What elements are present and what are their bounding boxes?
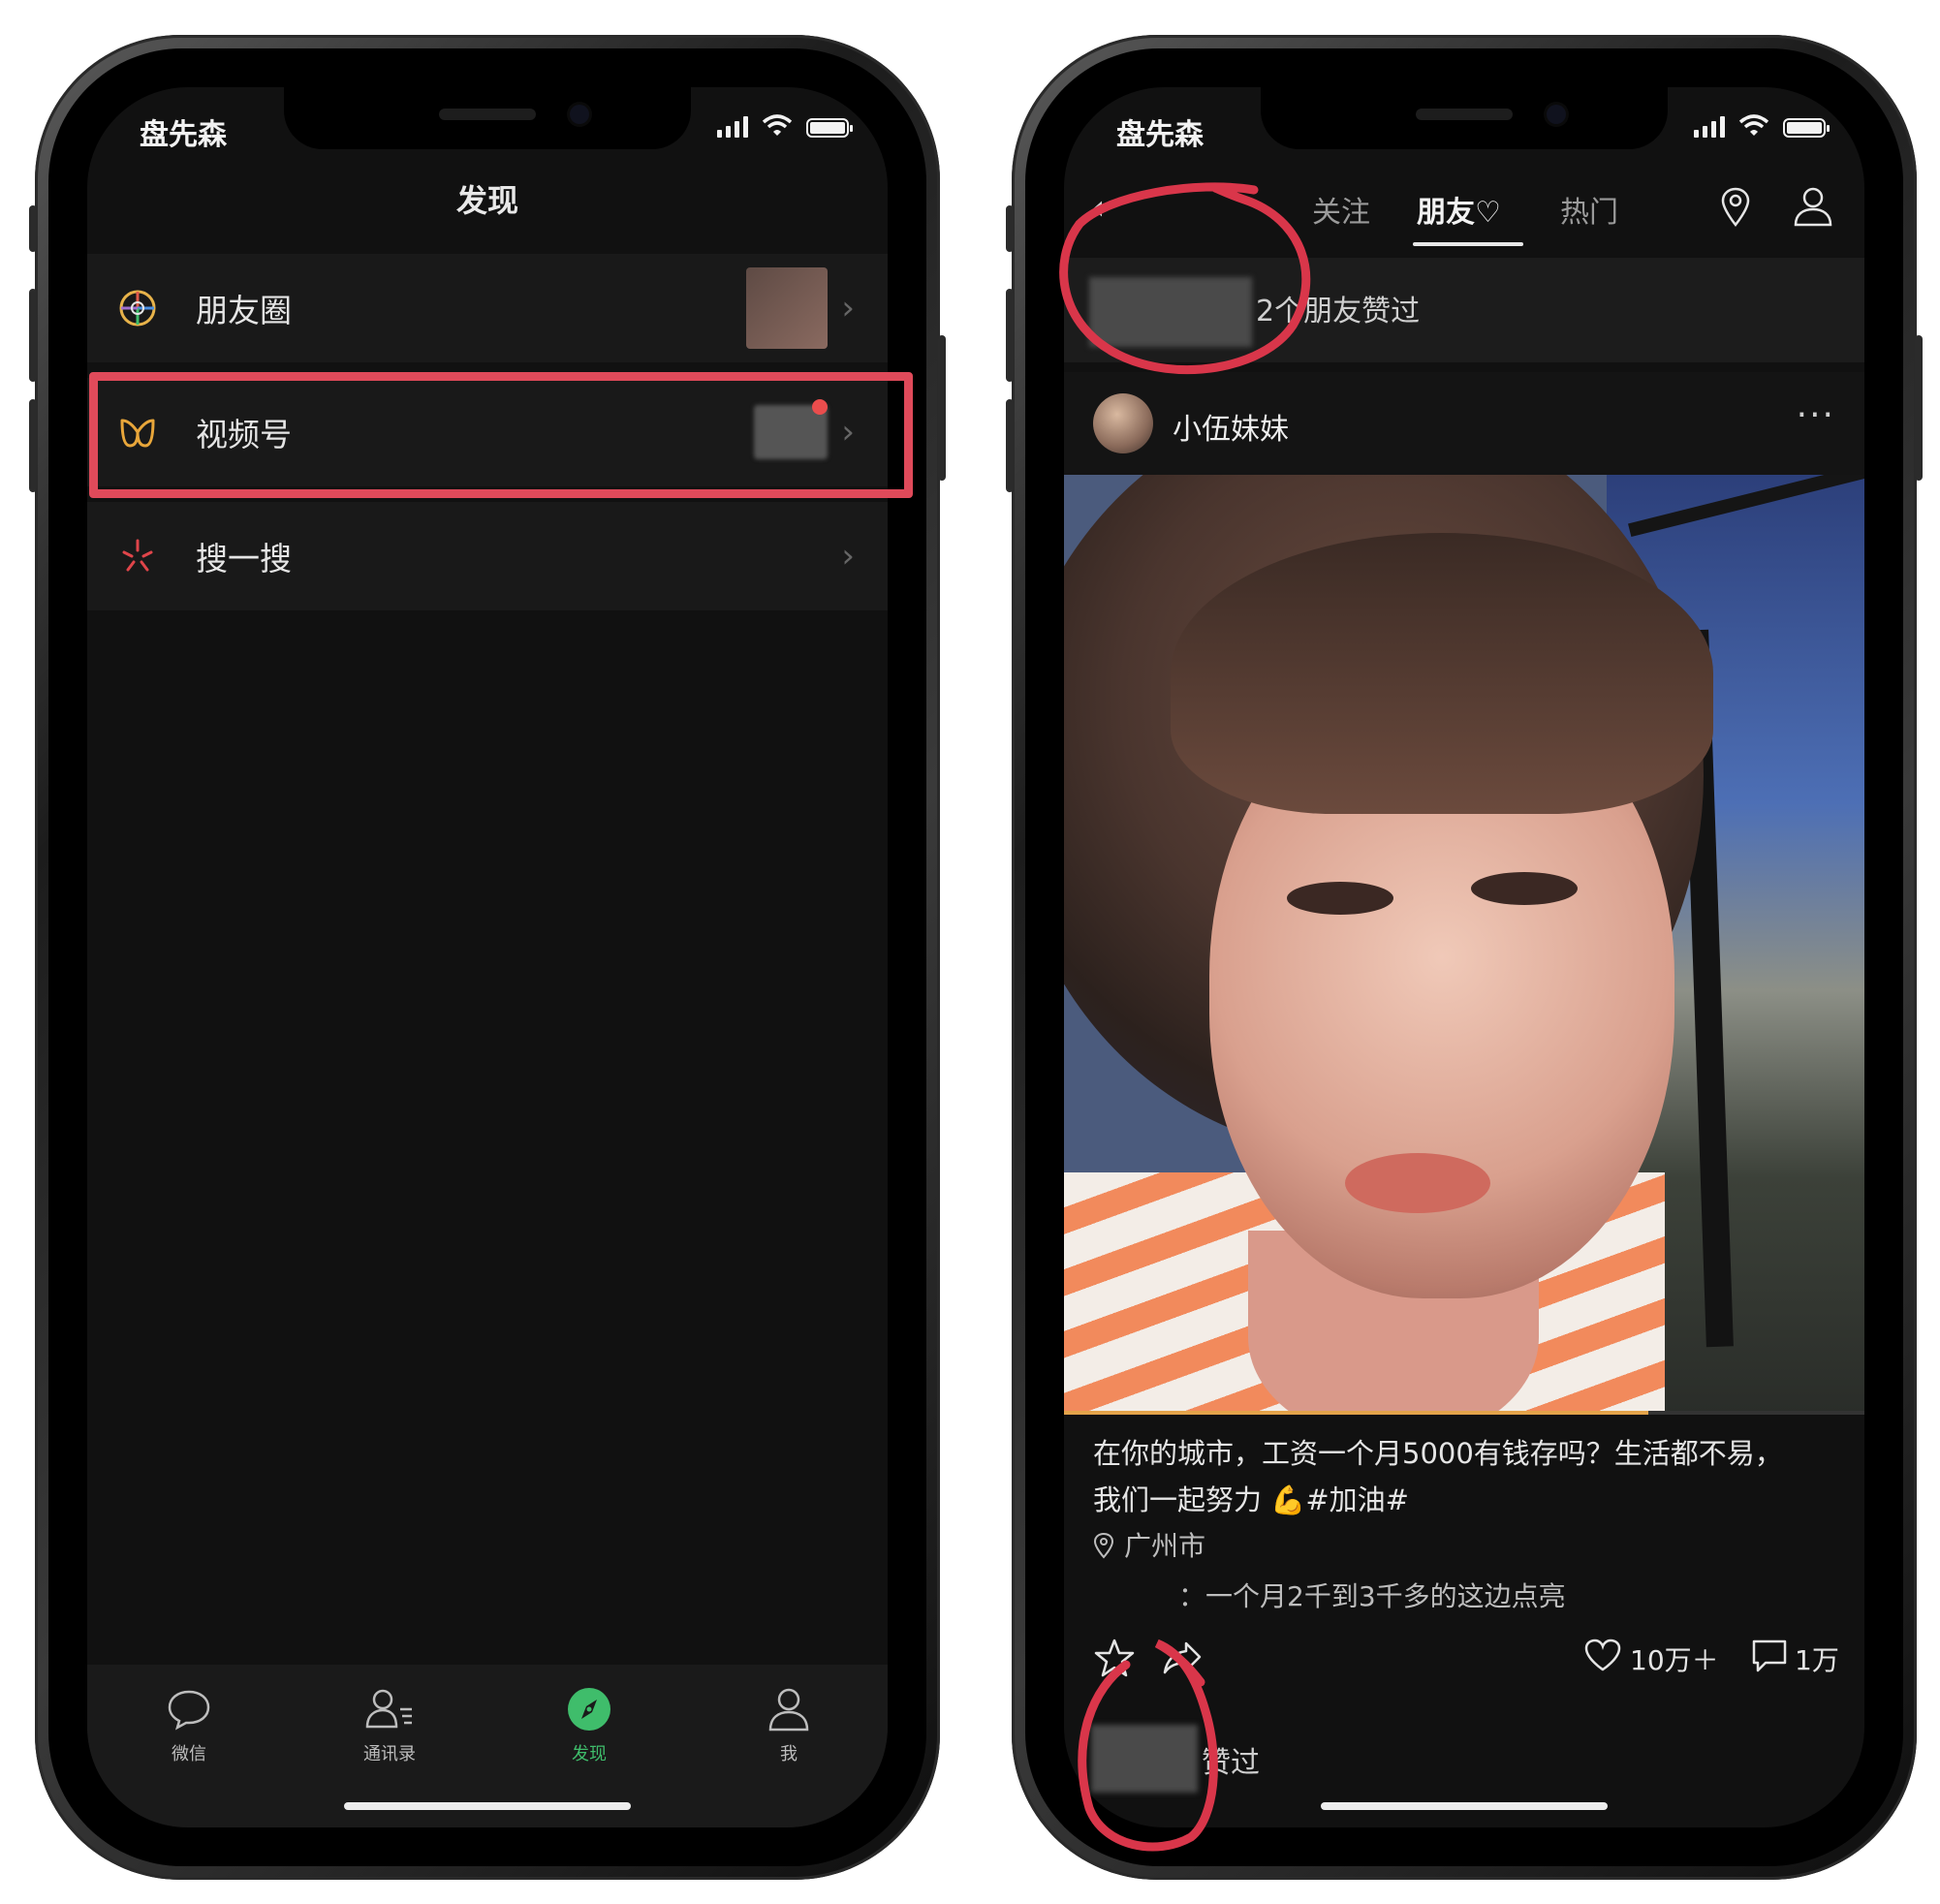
cell-moments[interactable]: 朋友圈 › bbox=[87, 254, 888, 362]
volume-down-button bbox=[29, 399, 37, 492]
tab-contacts-label: 通讯录 bbox=[363, 1744, 416, 1764]
battery-icon bbox=[806, 118, 853, 138]
power-button bbox=[938, 335, 946, 481]
chat-bubble-icon bbox=[168, 1690, 210, 1731]
person-icon bbox=[768, 1688, 809, 1732]
volume-up-button bbox=[29, 289, 37, 382]
tab-me-label: 我 bbox=[780, 1744, 798, 1764]
discover-screen: 盘先森 发现 朋友圈 › 视频号 › 搜一搜 › 微信 通讯录 发现 我 bbox=[87, 87, 888, 1827]
speaker bbox=[1416, 109, 1513, 120]
chevron-right-icon: › bbox=[841, 537, 855, 576]
cell-moments-label: 朋友圈 bbox=[196, 292, 292, 329]
tab-discover[interactable]: 发现 bbox=[531, 1686, 647, 1765]
tab-bar: 微信 通讯录 发现 我 bbox=[87, 1665, 888, 1827]
moments-icon bbox=[119, 290, 156, 327]
tab-discover-label: 发现 bbox=[572, 1744, 607, 1764]
compass-icon bbox=[568, 1688, 610, 1731]
signal-icon bbox=[717, 114, 748, 138]
annotation-circle-bottom bbox=[1078, 1639, 1218, 1852]
mute-switch bbox=[29, 205, 37, 252]
moments-thumbnail bbox=[746, 267, 828, 349]
wifi-icon bbox=[762, 114, 793, 136]
red-annotation-marks bbox=[1059, 182, 1311, 1852]
tab-me[interactable]: 我 bbox=[731, 1686, 847, 1765]
notch bbox=[284, 87, 691, 149]
search-sparkle-icon bbox=[122, 539, 153, 572]
tab-chats-label: 微信 bbox=[172, 1744, 206, 1764]
front-camera bbox=[570, 105, 589, 124]
notch bbox=[1261, 87, 1668, 149]
cell-search-label: 搜一搜 bbox=[196, 540, 292, 577]
page-title: 发现 bbox=[455, 182, 518, 219]
front-camera bbox=[1547, 105, 1566, 124]
tab-chats[interactable]: 微信 bbox=[131, 1686, 247, 1765]
tab-contacts[interactable]: 通讯录 bbox=[331, 1686, 448, 1765]
speaker bbox=[439, 109, 536, 120]
cell-search[interactable]: 搜一搜 › bbox=[87, 502, 888, 610]
annotation-circle-top bbox=[1059, 182, 1311, 375]
home-indicator[interactable] bbox=[344, 1802, 631, 1810]
highlight-box-channels bbox=[89, 372, 913, 498]
right-phone-frame: 盘先森 ‹ 关注 朋友♡ 热门 2个朋友赞过 小伍妹妹 ··· 在你的城市，工资… bbox=[1006, 35, 1923, 1880]
status-carrier-name: 盘先森 bbox=[140, 118, 227, 152]
left-phone-frame: 盘先森 发现 朋友圈 › 视频号 › 搜一搜 › 微信 通讯录 发现 我 bbox=[29, 35, 946, 1880]
status-icons bbox=[717, 114, 853, 138]
chevron-right-icon: › bbox=[841, 289, 855, 328]
contacts-icon bbox=[365, 1689, 412, 1729]
